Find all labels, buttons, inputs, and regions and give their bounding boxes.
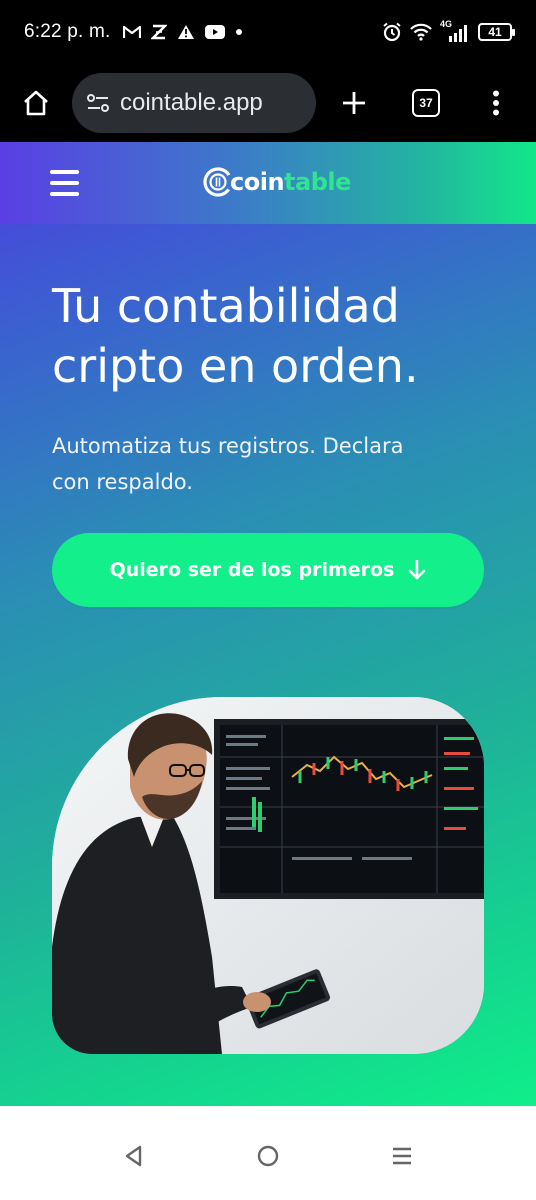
battery-icon: 41 [478, 23, 515, 41]
signal-icon: 4G [440, 19, 470, 42]
youtube-icon [204, 25, 225, 39]
battery-level: 41 [488, 25, 502, 39]
tabs-button[interactable]: 37 [404, 81, 448, 125]
hero-title-line1: Tu contabilidad [52, 279, 400, 333]
site-header: coin table [0, 142, 536, 224]
hero-subtitle: Automatiza tus registros. Declara con re… [52, 428, 472, 500]
hamburger-menu-icon[interactable] [50, 170, 79, 196]
logo-text-main: coin [230, 168, 285, 196]
warning-icon [177, 25, 194, 39]
new-tab-icon [343, 92, 365, 114]
z-app-icon [150, 24, 167, 40]
recents-icon [393, 1147, 411, 1165]
hero-title: Tu contabilidad cripto en orden. [52, 276, 492, 396]
browser-menu-button[interactable] [474, 81, 518, 125]
cta-label: Quiero ser de los primeros [109, 559, 395, 581]
android-nav-bar [0, 1106, 536, 1200]
site-settings-icon[interactable] [86, 92, 110, 114]
back-button[interactable] [114, 1136, 154, 1176]
alarm-icon [383, 22, 401, 42]
home-circle-icon [257, 1145, 279, 1167]
gmail-icon [122, 25, 141, 38]
tab-count: 37 [419, 96, 433, 110]
dot-icon [235, 29, 242, 35]
home-nav-button[interactable] [248, 1136, 288, 1176]
trader-with-tablet-illustration [52, 697, 484, 1054]
status-time: 6:22 p. m. [24, 21, 111, 42]
home-icon [24, 90, 48, 116]
arrow-down-icon [409, 560, 426, 580]
cta-button[interactable]: Quiero ser de los primeros [52, 533, 484, 607]
hero-sub-line2: con respaldo. [52, 470, 193, 494]
web-page: coin table Tu contabilidad cripto en orde… [0, 142, 536, 1106]
tabs-icon: 37 [412, 89, 440, 117]
recents-button[interactable] [382, 1136, 422, 1176]
wifi-icon [410, 23, 432, 41]
new-tab-button[interactable] [332, 81, 376, 125]
back-icon [125, 1145, 142, 1167]
url-text[interactable]: cointable.app [120, 89, 263, 117]
hero-image [52, 697, 484, 1054]
notification-icons [122, 24, 243, 40]
status-right: 4G 41 [382, 19, 515, 42]
logo-text-accent: table [284, 168, 351, 196]
hero-title-line2: cripto en orden. [52, 339, 419, 393]
site-logo[interactable]: coin table [202, 164, 351, 200]
browser-toolbar: cointable.app 37 [0, 64, 536, 142]
menu-icon [493, 90, 499, 116]
address-bar[interactable]: cointable.app [72, 73, 316, 133]
status-bar: 6:22 p. m. 4G 41 [0, 0, 536, 64]
home-button[interactable] [14, 81, 58, 125]
hero-sub-line1: Automatiza tus registros. Declara [52, 434, 404, 458]
